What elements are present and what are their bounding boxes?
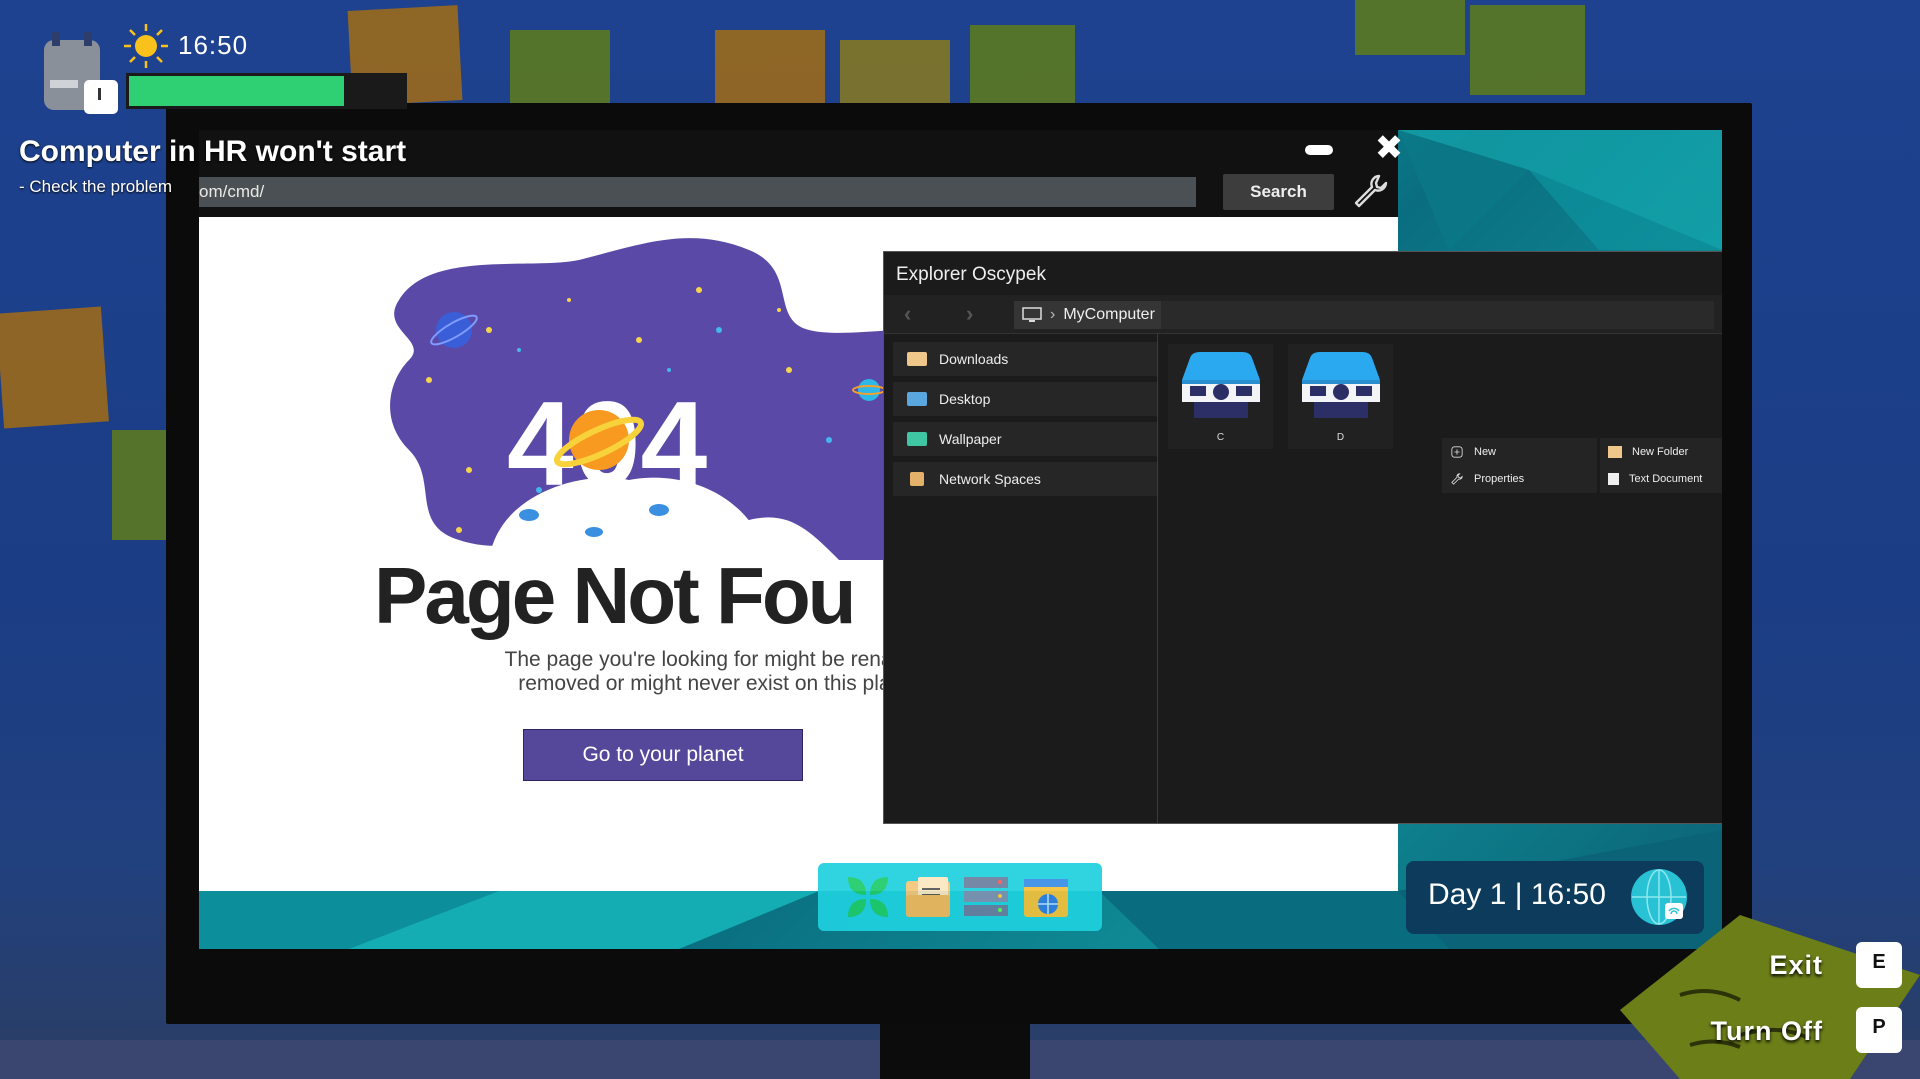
- sidebar-item-label: Network Spaces: [939, 471, 1041, 487]
- sticky-note: [112, 430, 167, 540]
- backpack-icon[interactable]: [40, 30, 118, 115]
- forward-arrow-icon[interactable]: ›: [966, 303, 984, 325]
- computer-icon: [1022, 307, 1042, 322]
- text-document-label: Text Document: [1629, 472, 1703, 485]
- context-new[interactable]: New: [1442, 438, 1597, 465]
- sticky-note: [970, 25, 1075, 110]
- sidebar-item-label: Desktop: [939, 391, 991, 407]
- monitor-stand: [880, 1022, 1030, 1079]
- sticky-note: [1355, 0, 1465, 55]
- search-button[interactable]: Search: [1223, 174, 1334, 210]
- breadcrumb-label: MyComputer: [1063, 306, 1155, 323]
- context-menu: New Properties: [1442, 438, 1597, 493]
- exit-hint: Exit: [1769, 950, 1823, 980]
- drive-icon: [1182, 352, 1260, 418]
- sidebar-item-label: Downloads: [939, 351, 1009, 367]
- context-properties-label: Properties: [1474, 472, 1525, 485]
- desktop-icon: [907, 392, 927, 406]
- turn-off-hint: Turn Off: [1710, 1016, 1823, 1046]
- file-manager-icon[interactable]: [904, 873, 952, 921]
- sidebar-item-downloads[interactable]: Downloads: [893, 342, 1157, 376]
- back-arrow-icon[interactable]: ‹: [904, 303, 922, 325]
- sticky-note: [840, 40, 950, 110]
- energy-bar-fill: [129, 76, 344, 106]
- file-explorer-window: Explorer Oscypek ‹ › › MyComputer Downlo…: [883, 251, 1722, 824]
- network-icon: [910, 472, 924, 486]
- task-subtitle: - Check the problem: [19, 177, 173, 196]
- sun-icon: [124, 24, 168, 68]
- wrench-icon[interactable]: [1351, 172, 1389, 210]
- chevron-right-icon: ›: [1050, 306, 1056, 323]
- minimize-button[interactable]: [1305, 145, 1333, 155]
- sticky-note: [1470, 5, 1585, 95]
- folder-icon: [1608, 445, 1622, 458]
- explorer-title: Explorer Oscypek: [896, 264, 1046, 285]
- sidebar-item-network-spaces[interactable]: Network Spaces: [893, 462, 1157, 496]
- hud-time: 16:50: [178, 30, 249, 60]
- context-new-label: New: [1474, 445, 1497, 458]
- sidebar-item-desktop[interactable]: Desktop: [893, 382, 1157, 416]
- breadcrumb: › MyComputer: [1014, 301, 1714, 329]
- downloads-folder-icon: [907, 352, 927, 366]
- drive-label: D: [1336, 432, 1345, 443]
- browser-icon[interactable]: [1022, 873, 1070, 921]
- new-folder-label: New Folder: [1632, 445, 1689, 458]
- explorer-navbar: ‹ › › MyComputer: [884, 295, 1722, 334]
- turn-off-key[interactable]: P: [1856, 1007, 1902, 1053]
- wallpaper-icon: [907, 432, 927, 446]
- close-button[interactable]: ✖: [1373, 131, 1405, 165]
- server-icon[interactable]: [962, 873, 1010, 921]
- drive-label: C: [1216, 432, 1225, 443]
- task-title: Computer in HR won't start: [19, 135, 407, 168]
- breadcrumb-item[interactable]: › MyComputer: [1014, 301, 1161, 329]
- address-bar[interactable]: om/cmd/: [199, 177, 1196, 207]
- context-properties[interactable]: Properties: [1442, 465, 1597, 492]
- explorer-sidebar: Downloads Desktop Wallpaper Network Spac…: [884, 334, 1158, 823]
- drive-d[interactable]: D: [1288, 344, 1393, 449]
- new-submenu: New Folder Text Document: [1600, 438, 1722, 493]
- sticky-note-decoration: [1620, 915, 1920, 1079]
- context-new-folder[interactable]: New Folder: [1600, 438, 1722, 465]
- windows-logo-icon[interactable]: [844, 873, 892, 921]
- plus-icon: [1451, 445, 1463, 458]
- wrench-icon: [1451, 472, 1463, 485]
- go-to-planet-button[interactable]: Go to your planet: [523, 729, 803, 781]
- drive-c[interactable]: C: [1168, 344, 1273, 449]
- sidebar-item-label: Wallpaper: [939, 431, 1002, 447]
- clock-text: Day 1 | 16:50: [1428, 878, 1606, 911]
- document-icon: [1608, 472, 1619, 485]
- drive-icon: [1302, 352, 1380, 418]
- context-text-document[interactable]: Text Document: [1600, 465, 1722, 492]
- exit-key[interactable]: E: [1856, 942, 1902, 988]
- sidebar-item-wallpaper[interactable]: Wallpaper: [893, 422, 1157, 456]
- computer-screen: om/cmd/ Search ✖ Page Not Fou The page y…: [199, 130, 1722, 949]
- sticky-note: [0, 306, 109, 429]
- taskbar-dock: [818, 863, 1102, 931]
